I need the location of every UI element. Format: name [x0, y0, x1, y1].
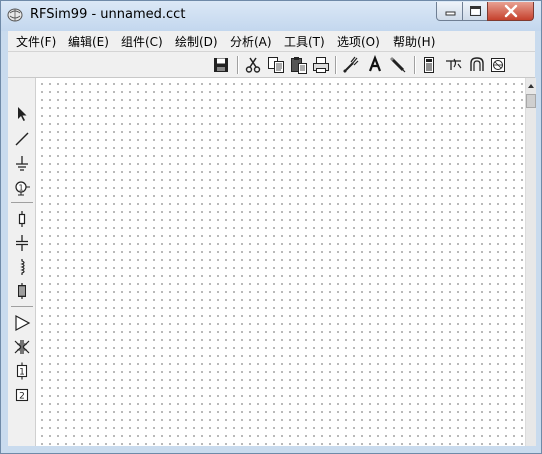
resistor-icon	[18, 211, 26, 227]
transformer-tool-button[interactable]	[13, 338, 31, 356]
calculator-icon	[424, 57, 434, 73]
menu-components[interactable]: 组件(C)	[121, 33, 163, 50]
port-tool-button[interactable]: 1	[13, 178, 31, 196]
window-title: RFSim99 - unnamed.cct	[30, 7, 186, 22]
amplifier-tool-button[interactable]	[13, 314, 31, 332]
toolbar-separator	[414, 56, 416, 74]
app-window: RFSim99 - unnamed.cct 文件(F) 编辑(E) 组件(C) …	[0, 0, 542, 454]
two-port-block-icon: 2	[15, 388, 29, 402]
menu-draw[interactable]: 绘制(D)	[175, 33, 218, 50]
crystal-tool-button[interactable]	[13, 282, 31, 300]
amplifier-icon	[15, 314, 31, 332]
title-bar[interactable]: RFSim99 - unnamed.cct	[1, 1, 541, 31]
text-tool-button[interactable]	[365, 55, 385, 75]
one-port-block-button[interactable]: 1	[13, 362, 31, 380]
close-button[interactable]	[487, 2, 534, 21]
scroll-up-icon	[528, 84, 534, 88]
maximize-icon	[470, 6, 481, 16]
component-palette: 1 1 2	[8, 78, 36, 446]
minimize-button[interactable]	[436, 2, 463, 21]
paste-icon	[291, 57, 307, 74]
capacitor-icon	[16, 235, 28, 251]
menu-tools[interactable]: 工具(T)	[284, 33, 325, 50]
transmission-line-button[interactable]	[444, 55, 464, 75]
pencil-button[interactable]	[388, 55, 408, 75]
toolbar	[8, 52, 535, 78]
menu-file[interactable]: 文件(F)	[16, 33, 56, 50]
calculator-button[interactable]	[419, 55, 439, 75]
line-tool-button[interactable]	[13, 130, 31, 148]
text-tool-icon	[368, 55, 382, 72]
rfsim-app-icon[interactable]	[7, 7, 23, 23]
smith-chart-icon	[491, 58, 505, 72]
transformer-icon	[14, 340, 30, 354]
inductor-tool-button[interactable]	[13, 258, 31, 276]
cut-button[interactable]	[243, 55, 263, 75]
minimize-icon	[445, 11, 456, 16]
ground-tool-button[interactable]	[13, 154, 31, 172]
maximize-button[interactable]	[462, 2, 488, 21]
save-button[interactable]	[211, 55, 231, 75]
menu-bar: 文件(F) 编辑(E) 组件(C) 绘制(D) 分析(A) 工具(T) 选项(O…	[8, 31, 535, 52]
scroll-thumb[interactable]	[526, 94, 536, 108]
select-tool-button[interactable]	[13, 105, 31, 123]
scroll-up-button[interactable]	[526, 78, 536, 94]
menu-edit[interactable]: 编辑(E)	[68, 33, 109, 50]
two-port-block-button[interactable]: 2	[13, 386, 31, 404]
print-button[interactable]	[311, 55, 331, 75]
save-icon	[214, 58, 228, 72]
resonator-button[interactable]	[467, 55, 487, 75]
copy-button[interactable]	[266, 55, 286, 75]
smith-chart-button[interactable]	[488, 55, 508, 75]
capacitor-tool-button[interactable]	[13, 234, 31, 252]
palette-separator	[11, 306, 33, 307]
cut-icon	[245, 57, 261, 73]
vertical-scrollbar[interactable]	[525, 78, 536, 446]
resistor-tool-button[interactable]	[13, 210, 31, 228]
one-port-block-icon: 1	[16, 362, 28, 380]
menu-analyze[interactable]: 分析(A)	[230, 33, 272, 50]
wire-tool-icon	[343, 56, 359, 73]
paste-button[interactable]	[289, 55, 309, 75]
two-port-block-label: 2	[19, 392, 25, 402]
crystal-icon	[18, 283, 26, 299]
wire-tool-button[interactable]	[341, 55, 361, 75]
ground-icon	[16, 156, 28, 171]
close-icon	[504, 4, 518, 18]
transmission-line-icon	[446, 58, 462, 70]
select-arrow-icon	[18, 107, 27, 121]
toolbar-separator	[335, 56, 337, 74]
pencil-icon	[389, 56, 406, 73]
schematic-canvas[interactable]	[36, 78, 525, 446]
copy-icon	[268, 57, 284, 73]
resonator-icon	[470, 57, 484, 71]
one-port-block-label: 1	[19, 368, 25, 378]
palette-separator	[11, 202, 33, 203]
line-icon	[15, 132, 29, 146]
svg-text:1: 1	[18, 184, 23, 193]
menu-options[interactable]: 选项(O)	[337, 33, 380, 50]
inductor-icon	[20, 259, 25, 275]
menu-help[interactable]: 帮助(H)	[393, 33, 435, 50]
toolbar-input[interactable]	[10, 54, 206, 75]
port-icon: 1	[15, 181, 30, 196]
toolbar-separator	[237, 56, 239, 74]
print-icon	[313, 57, 329, 73]
